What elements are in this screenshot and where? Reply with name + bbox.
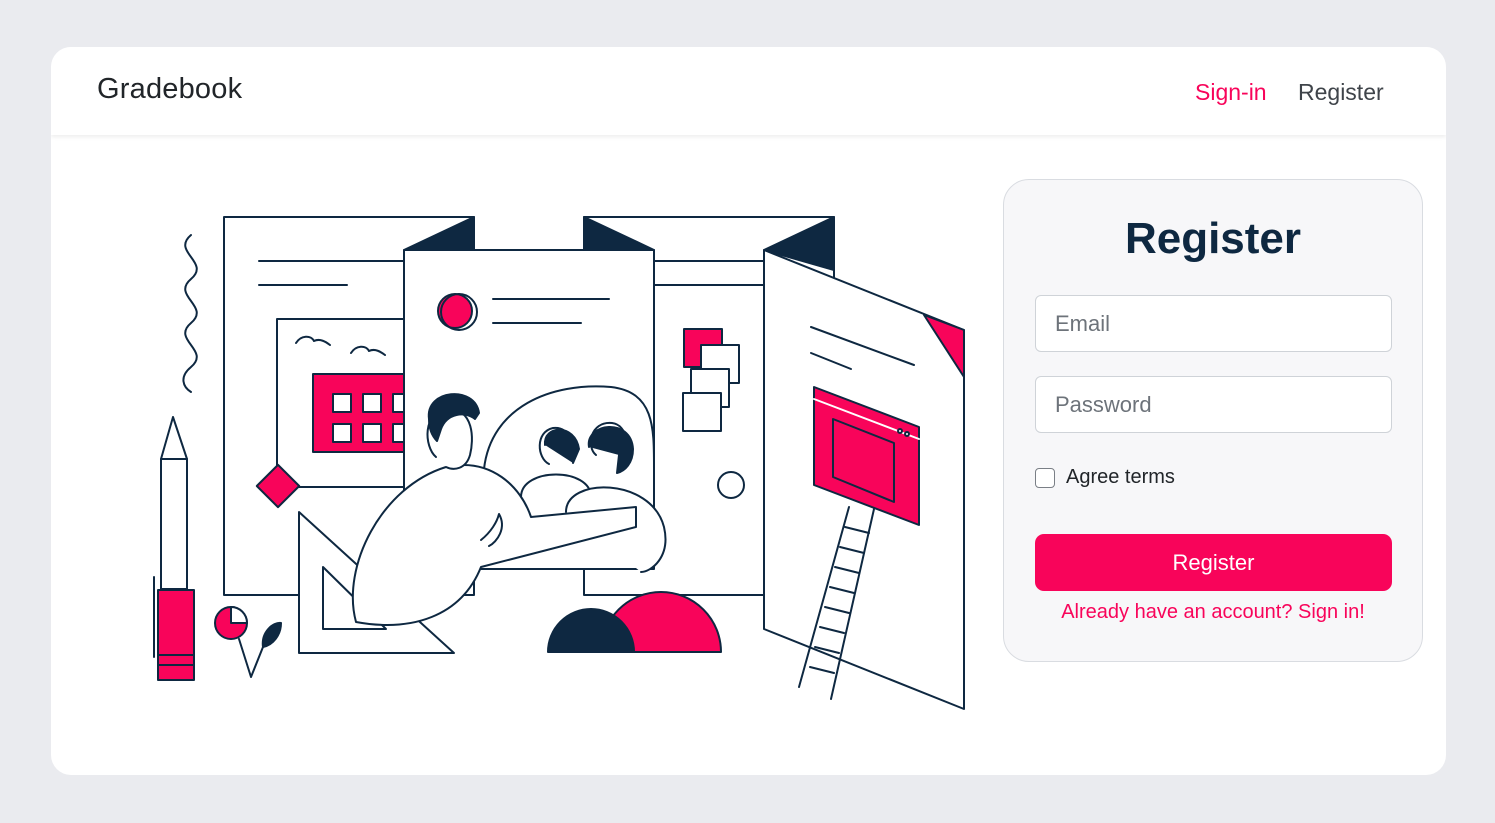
signin-link[interactable]: Already have an account? Sign in! <box>1004 601 1422 624</box>
agree-terms-label[interactable]: Agree terms <box>1066 466 1175 489</box>
agree-terms-checkbox[interactable] <box>1035 467 1055 488</box>
navbar: Gradebook Sign-in Register <box>51 47 1446 135</box>
email-field[interactable] <box>1035 295 1392 352</box>
register-form-panel: Register Agree terms Register Already ha… <box>1003 179 1423 662</box>
form-title: Register <box>1124 214 1302 263</box>
brand-logo[interactable]: Gradebook <box>97 73 242 106</box>
classroom-illustration <box>153 216 965 710</box>
nav-signin-link[interactable]: Sign-in <box>1195 79 1267 106</box>
password-field[interactable] <box>1035 376 1392 433</box>
main-card: Gradebook Sign-in Register Register Emai… <box>51 47 1446 775</box>
agree-terms-row: Agree terms <box>1035 466 1175 489</box>
register-button[interactable]: Register <box>1035 534 1392 591</box>
nav-register-link[interactable]: Register <box>1298 79 1384 106</box>
